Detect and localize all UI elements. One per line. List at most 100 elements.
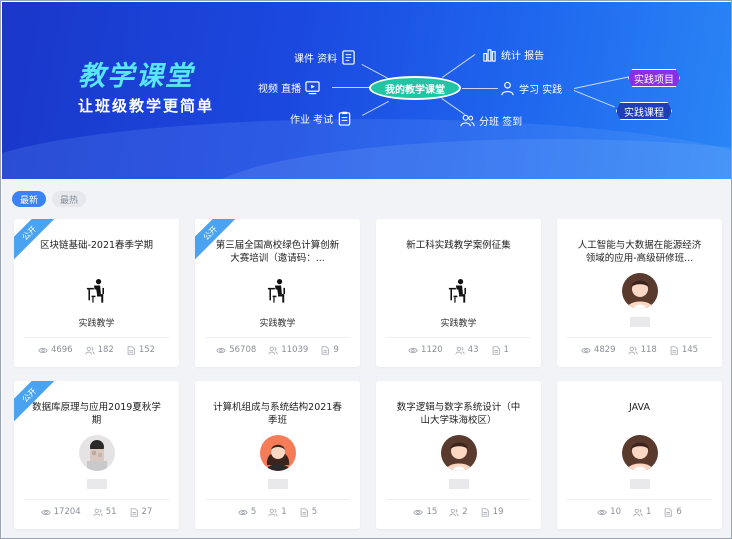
teacher-name-blurred: [267, 479, 288, 489]
eye-icon: [38, 347, 48, 353]
card-divider: [205, 337, 350, 338]
tab-latest[interactable]: 最新: [12, 191, 47, 207]
mindmap-line: [332, 87, 370, 88]
practice-icon: [79, 273, 115, 309]
node-courseware: 课件 资料: [294, 50, 356, 65]
node-video: 视频 直播: [258, 80, 320, 95]
course-card[interactable]: 公开 区块链基础-2021春季学期 实践教学 4696 182 152: [14, 219, 179, 367]
views-count: 4696: [50, 345, 73, 355]
members-stat: 118: [627, 345, 657, 355]
members-stat: 51: [93, 507, 117, 517]
course-title[interactable]: 数字逻辑与数字系统设计（中山大学珠海校区）: [394, 401, 523, 429]
node-group-label: 分班 签到: [479, 117, 523, 128]
docs-count: 9: [333, 345, 339, 355]
docs-stat: 19: [480, 507, 504, 517]
card-stats: 4829 118 145: [557, 345, 722, 355]
sort-tabs: 最新 最热: [12, 191, 87, 207]
group-icon: [460, 114, 475, 127]
file-icon: [300, 507, 308, 517]
eye-icon: [597, 509, 607, 515]
users-icon: [455, 346, 465, 354]
users-icon: [84, 346, 95, 354]
card-divider: [567, 499, 712, 500]
members-count: 51: [105, 507, 117, 517]
views-stat: 4696: [38, 345, 73, 355]
avatar-icon: [621, 435, 658, 471]
eye-icon: [581, 347, 591, 353]
teacher-name-blurred: [86, 479, 107, 489]
members-count: 2: [462, 507, 468, 517]
course-list-section: 最新 最热 公开 区块链基础-2021春季学期 实践教学 4696 182 15…: [2, 179, 731, 538]
views-count: 17204: [53, 507, 81, 517]
node-learn-label: 学习 实践: [519, 85, 563, 96]
members-stat: 11039: [268, 345, 308, 355]
members-count: 43: [467, 345, 479, 355]
node-homework-label: 作业 考试: [290, 115, 334, 126]
docs-stat: 6: [663, 507, 682, 517]
course-title[interactable]: 数据库原理与应用2019夏秋学期: [32, 401, 161, 429]
members-count: 11039: [281, 345, 309, 355]
avatar-icon: [440, 435, 477, 471]
course-type-label: 实践教学: [440, 319, 477, 329]
course-title[interactable]: 人工智能与大数据在能源经济领域的应用-高级研修班...: [575, 239, 704, 267]
banner-subtitle: 让班级教学更简单: [78, 97, 215, 115]
users-icon: [268, 508, 278, 516]
hero-banner: 教学课堂 让班级教学更简单 我的教学课堂 课件 资料 视频 直播 作业 考试 统…: [2, 2, 731, 179]
card-stats: 4696 182 152: [14, 345, 179, 355]
members-stat: 1: [633, 507, 651, 517]
tab-hottest[interactable]: 最热: [52, 191, 87, 207]
members-count: 118: [640, 345, 657, 355]
mindmap-center: 我的教学课堂: [369, 76, 461, 100]
eye-icon: [413, 509, 424, 515]
views-count: 56708: [229, 345, 257, 355]
node-stats-label: 统计 报告: [501, 51, 545, 62]
course-card[interactable]: 公开 数据库原理与应用2019夏秋学期 17204 51 27: [14, 381, 179, 529]
course-card[interactable]: 人工智能与大数据在能源经济领域的应用-高级研修班... 4829 118 145: [557, 219, 722, 367]
views-count: 15: [426, 507, 438, 517]
tag-practice-course[interactable]: 实践课程: [616, 102, 672, 120]
node-homework: 作业 考试: [290, 111, 352, 126]
course-title[interactable]: 第三届全国高校绿色计算创新大赛培训（邀请码：...: [213, 239, 342, 267]
views-count: 5: [250, 507, 257, 517]
docs-stat: 152: [126, 345, 155, 355]
mindmap-line: [574, 76, 629, 89]
course-card[interactable]: 公开 第三届全国高校绿色计算创新大赛培训（邀请码：... 实践教学 56708 …: [195, 219, 360, 367]
card-divider: [24, 337, 169, 338]
card-stats: 10 1 6: [557, 507, 722, 517]
teacher-name-blurred: [629, 479, 650, 489]
course-title[interactable]: JAVA: [575, 401, 704, 429]
avatar-female-icon: [259, 435, 296, 471]
views-stat: 4829: [581, 345, 616, 355]
members-stat: 182: [84, 345, 114, 355]
file-icon: [670, 345, 678, 355]
users-icon: [633, 508, 643, 516]
app-window: 教学课堂 让班级教学更简单 我的教学课堂 课件 资料 视频 直播 作业 考试 统…: [0, 0, 732, 539]
course-card[interactable]: 新工科实践教学案例征集 实践教学 1120 43 1: [376, 219, 541, 367]
teacher-name-blurred: [448, 479, 469, 489]
members-stat: 1: [268, 507, 287, 517]
node-video-label: 视频 直播: [258, 84, 302, 95]
members-stat: 43: [455, 345, 479, 355]
node-learn: 学习 实践: [500, 81, 562, 96]
docs-count: 19: [492, 507, 504, 517]
views-stat: 5: [238, 507, 256, 517]
node-group: 分班 签到: [460, 113, 522, 128]
video-icon: [305, 81, 320, 95]
mindmap-line: [573, 90, 615, 108]
card-stats: 17204 51 27: [14, 507, 179, 517]
course-card[interactable]: 计算机组成与系统结构2021春季班 5 1 5: [195, 381, 360, 529]
avatar-icon: [621, 273, 658, 309]
file-icon: [130, 507, 138, 517]
mindmap-line: [462, 88, 498, 89]
practice-icon: [441, 273, 477, 309]
views-stat: 17204: [40, 507, 81, 517]
file-icon: [492, 345, 500, 355]
course-card[interactable]: JAVA 10 1 6: [557, 381, 722, 529]
views-count: 4829: [593, 345, 616, 355]
tag-practice-project[interactable]: 实践项目: [628, 69, 680, 87]
course-title[interactable]: 计算机组成与系统结构2021春季班: [213, 401, 342, 429]
course-card[interactable]: 数字逻辑与数字系统设计（中山大学珠海校区） 15 2 19: [376, 381, 541, 529]
course-title[interactable]: 新工科实践教学案例征集: [394, 239, 523, 267]
members-count: 1: [645, 507, 652, 517]
course-title[interactable]: 区块链基础-2021春季学期: [32, 239, 161, 267]
